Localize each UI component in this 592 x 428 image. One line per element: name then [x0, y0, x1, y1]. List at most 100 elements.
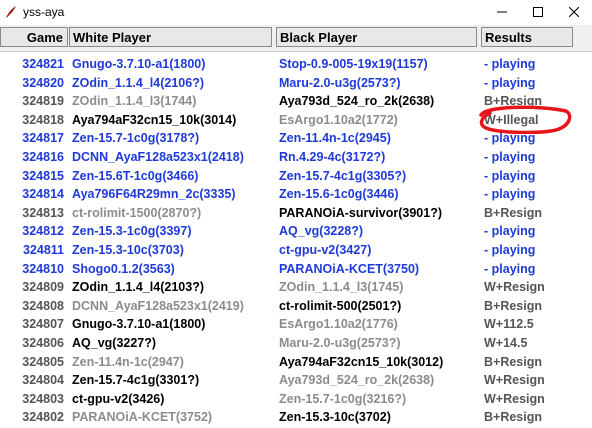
tk-feather-icon — [3, 4, 19, 20]
title-bar: yss-aya — [0, 0, 592, 23]
table-row[interactable]: 324805 Zen-11.4n-1c(2947) Aya794aF32cn15_1… — [0, 354, 592, 373]
black-player: Aya793d_524_ro_2k(2638) — [279, 373, 435, 388]
game-id: 324815 — [22, 168, 64, 183]
table-row[interactable]: 324803 ct-gpu-v2(3426) Zen-15.7-1c0g(3216?… — [0, 391, 592, 410]
black-player: PARANOiA-survivor(3901?) — [279, 205, 443, 220]
result: W+Resign — [484, 280, 545, 295]
game-id: 324809 — [22, 280, 64, 295]
table-row[interactable]: 324819 ZOdin_1.1.4_l3(1744) Aya793d_524_ro… — [0, 93, 592, 112]
table-row[interactable]: 324815 Zen-15.6T-1c0g(3466) Zen-15.7-4c1g(… — [0, 168, 592, 187]
black-player: ct-rolimit-500(2501?) — [279, 298, 402, 313]
black-player: Aya794aF32cn15_10k(3012) — [279, 354, 444, 369]
result: W+14.5 — [484, 335, 528, 350]
result: B+Resign — [484, 410, 543, 425]
game-id: 324808 — [22, 298, 64, 313]
table-row[interactable]: 324820 ZOdin_1.1.4_l4(2106?) Maru-2.0-u3g(… — [0, 75, 592, 94]
white-player: ct-rolimit-1500(2870?) — [72, 205, 202, 220]
white-player: Aya794aF32cn15_10k(3014) — [72, 112, 237, 127]
table-row[interactable]: 324816 DCNN_AyaF128a523x1(2418) Rn.4.29-4c… — [0, 149, 592, 168]
white-player: Zen-15.6T-1c0g(3466) — [72, 168, 199, 183]
black-player: Zen-15.7-4c1g(3305?) — [279, 168, 407, 183]
header-game[interactable]: Game — [0, 27, 68, 47]
game-id: 324818 — [22, 112, 64, 127]
game-id: 324820 — [22, 75, 64, 90]
result: B+Resign — [484, 354, 543, 369]
white-player: ZOdin_1.1.4_l4(2106?) — [72, 75, 205, 90]
black-player: Maru-2.0-u3g(2573?) — [279, 75, 401, 90]
black-player: Aya793d_524_ro_2k(2638) — [279, 94, 435, 109]
result: - playing — [484, 242, 536, 257]
white-player: Gnugo-3.7.10-a1(1800) — [72, 317, 206, 332]
close-icon[interactable] — [556, 0, 592, 23]
black-player: Zen-11.4n-1c(2945) — [279, 131, 391, 146]
black-player: ZOdin_1.1.4_l3(1745) — [279, 280, 404, 295]
table-row[interactable]: 324812 Zen-15.3-1c0g(3397) AQ_vg(3228?) - p… — [0, 223, 592, 242]
result: - playing — [484, 168, 536, 183]
table-row[interactable]: 324818 Aya794aF32cn15_10k(3014) EsArgo1.10… — [0, 112, 592, 131]
white-player: Zen-15.7-1c0g(3178?) — [72, 131, 200, 146]
table-row[interactable]: 324811 Zen-15.3-10c(3703) ct-gpu-v2(3427) -… — [0, 242, 592, 261]
table-row[interactable]: 324814 Aya796F64R29mn_2c(3335) Zen-15.6-1c… — [0, 186, 592, 205]
white-player: Zen-11.4n-1c(2947) — [72, 354, 184, 369]
window-title: yss-aya — [23, 4, 65, 19]
black-player: Stop-0.9-005-19x19(1157) — [279, 57, 428, 71]
white-player: Shogo0.1.2(3563) — [72, 261, 175, 276]
white-player: Zen-15.7-4c1g(3301?) — [72, 373, 200, 388]
game-id: 324810 — [22, 261, 64, 276]
maximize-icon[interactable] — [520, 0, 556, 23]
result: - playing — [484, 224, 536, 239]
result: B+Resign — [484, 298, 543, 313]
game-id: 324811 — [22, 242, 64, 257]
table-row[interactable]: 324821 Gnugo-3.7.10-a1(1800) Stop-0.9-005-… — [0, 56, 592, 75]
result: W+Resign — [484, 391, 545, 406]
result: W+Illegal — [484, 112, 539, 127]
header-black-player[interactable]: Black Player — [276, 27, 477, 47]
game-id: 324813 — [22, 205, 64, 220]
game-id: 324802 — [22, 410, 64, 425]
result: - playing — [484, 57, 536, 71]
result: - playing — [484, 149, 536, 164]
black-player: Zen-15.3-10c(3702) — [279, 410, 391, 425]
table-row[interactable]: 324817 Zen-15.7-1c0g(3178?) Zen-11.4n-1c(2… — [0, 130, 592, 149]
white-player: ZOdin_1.1.4_l4(2103?) — [72, 280, 205, 295]
result: - playing — [484, 261, 536, 276]
result: - playing — [484, 75, 536, 90]
table-row[interactable]: 324806 AQ_vg(3227?) Maru-2.0-u3g(2573?) W+1… — [0, 335, 592, 354]
minimize-icon[interactable] — [484, 0, 520, 23]
game-id: 324816 — [22, 149, 64, 164]
white-player: AQ_vg(3227?) — [72, 335, 157, 350]
white-player: Gnugo-3.7.10-a1(1800) — [72, 57, 206, 71]
black-player: Zen-15.7-1c0g(3216?) — [279, 391, 407, 406]
white-player: DCNN_AyaF128a523x1(2418) — [72, 149, 244, 164]
black-player: EsArgo1.10a2(1772) — [279, 112, 398, 127]
game-id: 324804 — [22, 373, 64, 388]
white-player: DCNN_AyaF128a523x1(2419) — [72, 298, 244, 313]
table-row[interactable]: 324810 Shogo0.1.2(3563) PARANOiA-KCET(3750… — [0, 261, 592, 280]
table-row[interactable]: 324802 PARANOiA-KCET(3752) Zen-15.3-10c(37… — [0, 409, 592, 428]
game-id: 324819 — [22, 94, 64, 109]
table-row[interactable]: 324809 ZOdin_1.1.4_l4(2103?) ZOdin_1.1.4_l… — [0, 279, 592, 298]
white-player: PARANOiA-KCET(3752) — [72, 410, 213, 425]
header-white-player[interactable]: White Player — [69, 27, 272, 47]
game-id: 324807 — [22, 317, 64, 332]
table-row[interactable]: 324804 Zen-15.7-4c1g(3301?) Aya793d_524_ro… — [0, 372, 592, 391]
white-player: ct-gpu-v2(3426) — [72, 391, 165, 406]
table-row[interactable]: 324807 Gnugo-3.7.10-a1(1800) EsArgo1.10a2(… — [0, 316, 592, 335]
black-player: Rn.4.29-4c(3172?) — [279, 149, 386, 164]
game-id: 324803 — [22, 391, 64, 406]
game-id: 324821 — [22, 57, 64, 71]
result: W+Resign — [484, 373, 545, 388]
black-player: EsArgo1.10a2(1776) — [279, 317, 398, 332]
table-row[interactable]: 324808 DCNN_AyaF128a523x1(2419) ct-rolimit… — [0, 298, 592, 317]
result: - playing — [484, 131, 536, 146]
result: - playing — [484, 187, 536, 202]
result: B+Resign — [484, 94, 543, 109]
black-player: ct-gpu-v2(3427) — [279, 242, 372, 257]
game-id: 324817 — [22, 131, 64, 146]
table-row[interactable]: 324813 ct-rolimit-1500(2870?) PARANOiA-sur… — [0, 205, 592, 224]
white-player: ZOdin_1.1.4_l3(1744) — [72, 94, 197, 109]
header-results[interactable]: Results — [481, 27, 573, 47]
game-list: 324821 Gnugo-3.7.10-a1(1800) Stop-0.9-005-… — [0, 56, 592, 428]
white-player: Zen-15.3-1c0g(3397) — [72, 224, 192, 239]
black-player: AQ_vg(3228?) — [279, 224, 364, 239]
